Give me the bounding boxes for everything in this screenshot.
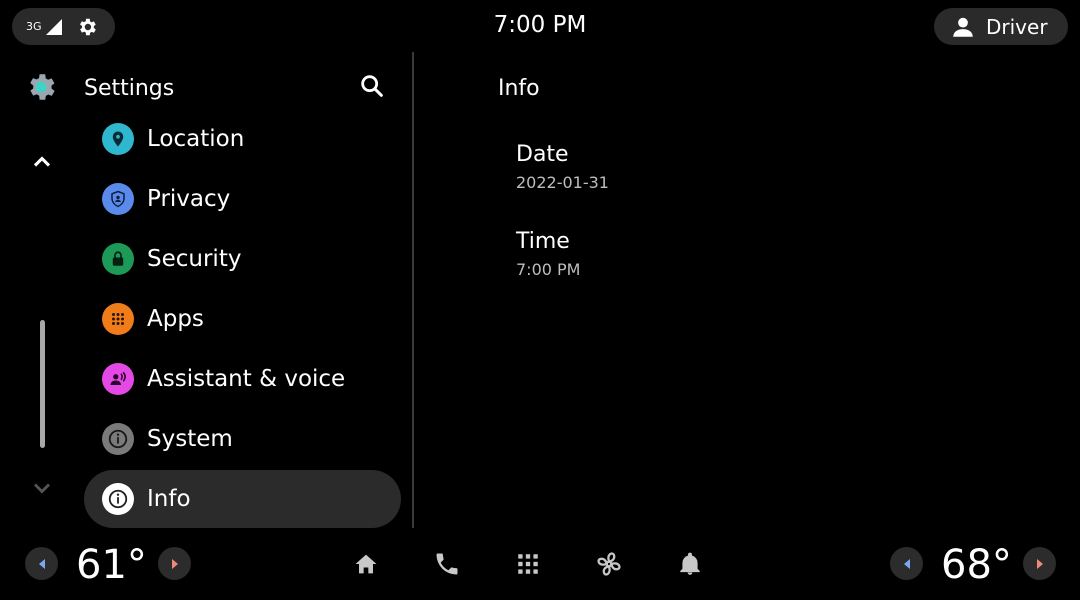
info-icon [102,423,134,455]
info-icon [102,483,134,515]
home-icon[interactable] [349,547,383,581]
time-label: Time [516,229,570,254]
left-temp-increase-button[interactable] [158,547,191,580]
menu-item-security[interactable]: Security [84,230,401,288]
scroll-up-icon[interactable] [28,148,56,176]
time-value: 7:00 PM [516,260,581,279]
user-name: Driver [986,14,1048,39]
phone-icon[interactable] [430,547,464,581]
menu-item-label: Assistant & voice [147,366,346,392]
clock: 7:00 PM [493,12,587,38]
scroll-down-icon[interactable] [28,474,56,502]
time-field: Time 7:00 PM [516,229,580,279]
menu-item-label: Info [147,486,191,512]
right-temp-increase-button[interactable] [1023,547,1056,580]
location-icon [102,123,134,155]
pane-divider [412,52,414,528]
user-profile-button[interactable]: Driver [934,8,1068,45]
menu-item-label: System [147,426,233,452]
apps-grid-icon [102,303,134,335]
left-temp-decrease-button[interactable] [25,547,58,580]
assistant-icon [102,363,134,395]
left-arrow-icon [901,558,913,570]
settings-title: Settings [84,76,175,101]
left-temperature[interactable]: 61° [76,542,147,588]
scrollbar-thumb[interactable] [40,320,45,448]
menu-item-location[interactable]: Location [84,110,401,168]
menu-item-apps[interactable]: Apps [84,290,401,348]
right-arrow-icon [1034,558,1046,570]
search-icon[interactable] [358,72,386,100]
app-grid-icon[interactable] [511,547,545,581]
user-icon [950,14,976,40]
menu-item-system[interactable]: System [84,410,401,468]
menu-item-label: Security [147,246,242,272]
menu-item-label: Privacy [147,186,231,212]
menu-item-privacy[interactable]: Privacy [84,170,401,228]
bell-icon[interactable] [673,547,707,581]
menu-item-label: Location [147,126,245,152]
right-arrow-icon [169,558,181,570]
privacy-icon [102,183,134,215]
date-label: Date [516,142,569,167]
page-title: Info [498,76,540,101]
menu-item-info[interactable]: Info [84,470,401,528]
left-arrow-icon [36,558,48,570]
menu-item-assistant-voice[interactable]: Assistant & voice [84,350,401,408]
lock-icon [102,243,134,275]
fan-icon[interactable] [592,547,626,581]
right-temp-decrease-button[interactable] [890,547,923,580]
date-field: Date 2022-01-31 [516,142,609,192]
menu-item-label: Apps [147,306,204,332]
settings-app-icon [24,70,58,104]
right-temperature[interactable]: 68° [941,542,1012,588]
date-value: 2022-01-31 [516,173,609,192]
